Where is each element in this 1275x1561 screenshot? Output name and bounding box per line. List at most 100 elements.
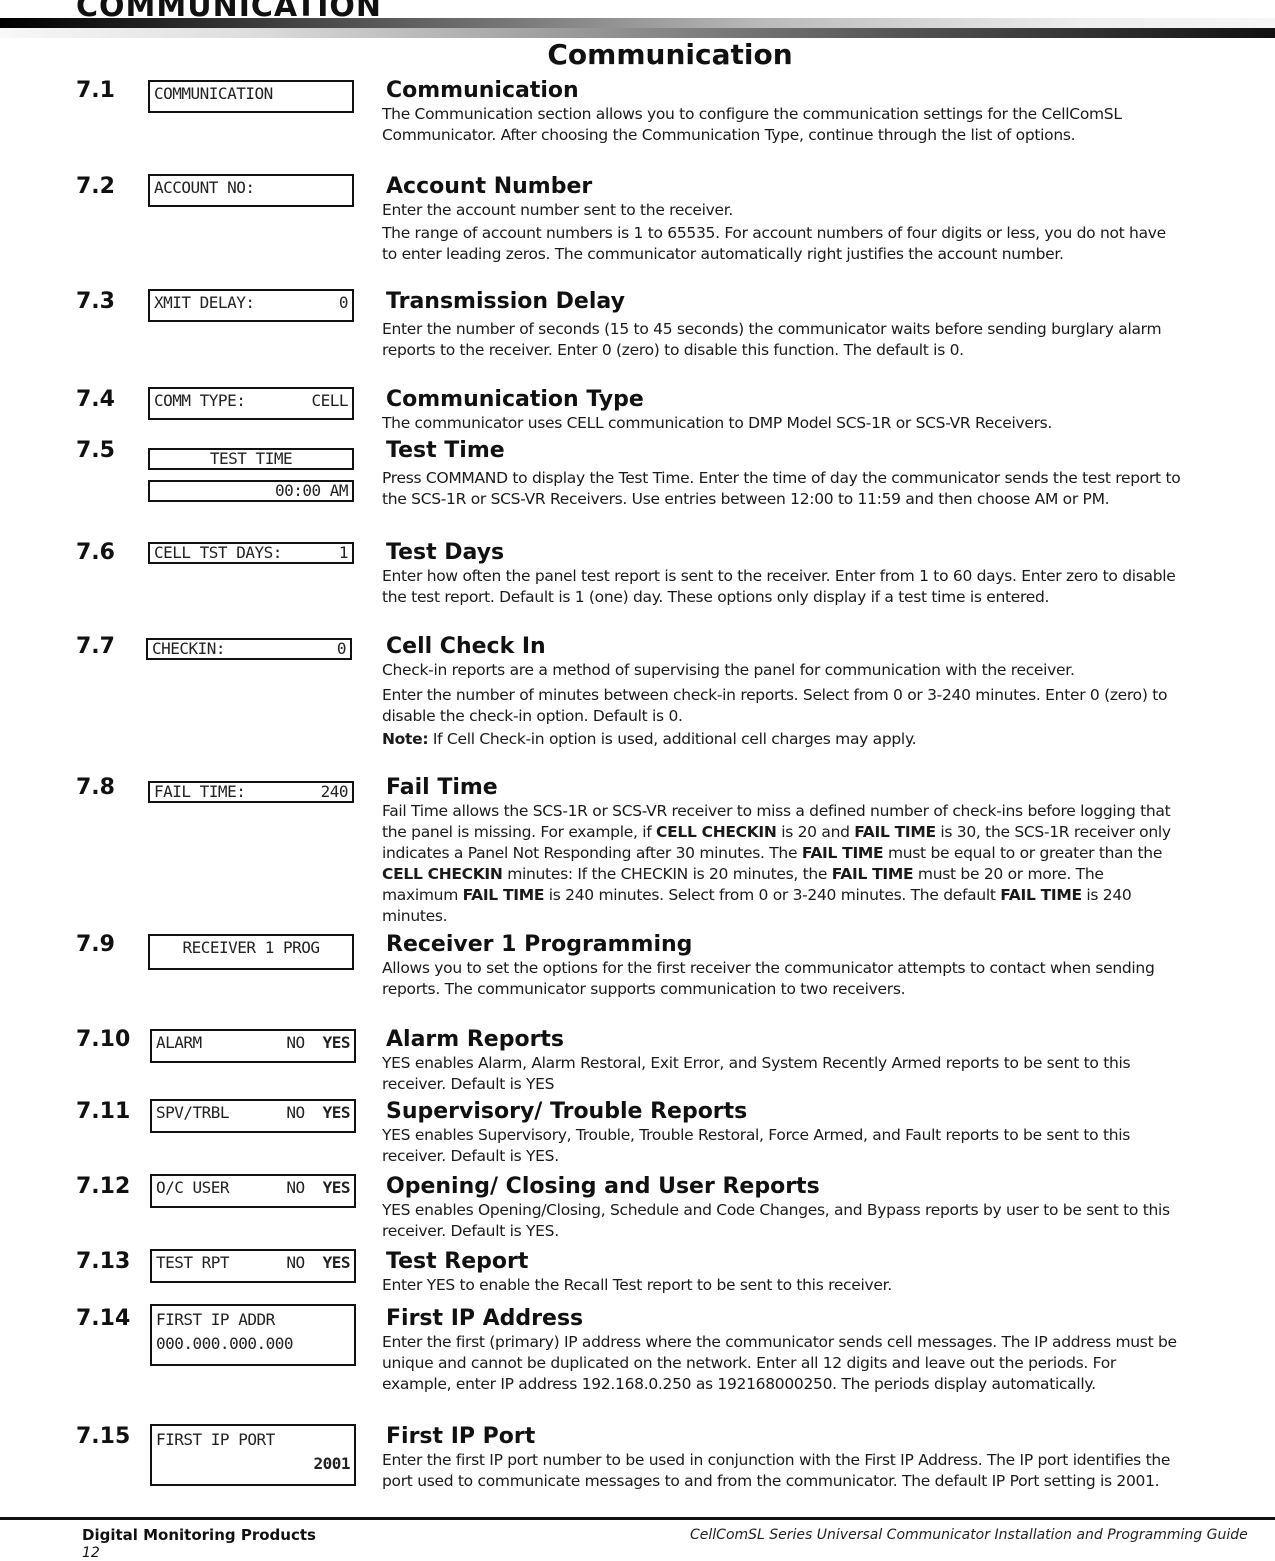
footer-company: Digital Monitoring Products [82,1526,316,1544]
footer-divider [0,1517,1275,1520]
section-number: 7.14 [76,1306,131,1331]
banner-gradient-bottom [0,28,1275,38]
banner-gradient-top [0,18,1275,28]
section-title: First IP Address [386,1306,584,1331]
section-number: 7.1 [76,78,115,103]
bold-term: FAIL TIME [831,865,914,883]
lcd-display-title: TEST TIME [148,448,354,470]
lcd-display: O/C USER NO YES [150,1174,356,1208]
lcd-label: O/C USER [156,1178,230,1197]
section-title: Cell Check In [386,634,546,659]
lcd-display: FIRST IP ADDR 000.000.000.000 [150,1304,356,1366]
lcd-label: SPV/TRBL [156,1103,230,1122]
lcd-label: XMIT DELAY: [154,293,255,312]
section-number: 7.12 [76,1174,131,1199]
section-text: Check-in reports are a method of supervi… [382,661,1075,679]
lcd-label: TEST RPT [156,1253,230,1272]
section-text: Press COMMAND to display the Test Time. … [382,469,1181,508]
lcd-value: 1 [338,543,349,562]
lcd-display: RECEIVER 1 PROG [148,934,354,970]
section-text: YES enables Opening/Closing, Schedule an… [382,1201,1170,1240]
lcd-label: TEST TIME [209,449,293,468]
text-run: minutes: If the CHECKIN is 20 minutes, t… [502,865,832,883]
section-number: 7.13 [76,1249,131,1274]
header-banner [0,18,1275,40]
bold-term: CELL CHECKIN [656,823,777,841]
lcd-display: ALARM NO YES [150,1029,356,1063]
lcd-display: COMM TYPE: CELL [148,387,354,420]
lcd-display: ACCOUNT NO: [148,174,354,207]
section-text: YES enables Supervisory, Trouble, Troubl… [382,1126,1131,1165]
text-run: must be equal to or greater than the [883,844,1163,862]
lcd-display: TEST RPT NO YES [150,1249,356,1283]
lcd-option-yes: YES [322,1103,351,1122]
note-text: If Cell Check-in option is used, additio… [428,730,917,748]
lcd-label: ACCOUNT NO: [154,178,255,197]
section-text: The Communication section allows you to … [382,105,1122,144]
lcd-option-yes: YES [322,1033,351,1052]
section-number: 7.8 [76,775,115,800]
lcd-option-no: NO [286,1178,305,1197]
section-title: Fail Time [386,775,498,800]
section-text: The communicator uses CELL communication… [382,414,1053,432]
section-title: Opening/ Closing and User Reports [386,1174,820,1199]
section-text: Enter YES to enable the Recall Test repo… [382,1276,892,1294]
section-title: Transmission Delay [386,289,625,314]
lcd-value: 000.000.000.000 [156,1334,294,1353]
section-title: Test Days [386,540,505,565]
text-run: is 20 and [776,823,855,841]
section-number: 7.2 [76,174,115,199]
lcd-option-no: NO [286,1253,305,1272]
section-text: Enter how often the panel test report is… [382,567,1176,606]
section-text: Enter the first IP port number to be use… [382,1451,1171,1490]
lcd-label: RECEIVER 1 PROG [182,938,321,957]
lcd-display-value: 00:00 AM [148,480,354,502]
lcd-display: XMIT DELAY: 0 [148,289,354,322]
lcd-label: FAIL TIME: [154,782,246,801]
lcd-display: CHECKIN: 0 [146,638,352,660]
note: Note: If Cell Check-in option is used, a… [382,729,1182,750]
lcd-label: COMMUNICATION [154,84,273,103]
lcd-option-yes: YES [322,1178,351,1197]
lcd-option-no: NO [286,1033,305,1052]
section-number: 7.6 [76,540,115,565]
bold-term: CELL CHECKIN [382,865,503,883]
lcd-label: CHECKIN: [152,639,226,658]
footer-guide-title: CellComSL Series Universal Communicator … [690,1527,1248,1543]
section-number: 7.3 [76,289,115,314]
bold-term: FAIL TIME [1000,886,1082,904]
section-number: 7.7 [76,634,115,659]
section-text: The range of account numbers is 1 to 655… [382,224,1166,263]
lcd-value: 0 [336,639,347,658]
lcd-display: CELL TST DAYS: 1 [148,542,354,564]
section-text: Enter the account number sent to the rec… [382,201,734,219]
section-number: 7.10 [76,1027,131,1052]
lcd-value: 00:00 AM [274,481,349,500]
lcd-display: FIRST IP PORT 2001 [150,1424,356,1486]
section-title: Receiver 1 Programming [386,932,693,957]
lcd-label: FIRST IP ADDR [156,1310,275,1329]
lcd-value: CELL [311,391,348,410]
lcd-option-no: NO [286,1103,305,1122]
text-run: is 240 minutes. Select from 0 or 3-240 m… [544,886,1001,904]
lcd-value: 0 [338,293,349,312]
lcd-label: FIRST IP PORT [156,1430,275,1449]
footer-page-number: 12 [82,1545,100,1561]
section-number: 7.11 [76,1099,131,1124]
bold-term: FAIL TIME [801,844,884,862]
section-title: Communication Type [386,387,644,412]
section-text: Enter the number of minutes between chec… [382,686,1168,725]
lcd-display: SPV/TRBL NO YES [150,1099,356,1133]
section-title: Account Number [386,174,593,199]
section-text: Allows you to set the options for the fi… [382,959,1155,998]
lcd-label: ALARM [156,1033,202,1052]
lcd-value: 2001 [313,1454,350,1473]
section-title: Communication [386,78,579,103]
lcd-value: 240 [320,782,349,801]
section-title: First IP Port [386,1424,536,1449]
lcd-display: FAIL TIME: 240 [148,781,354,803]
section-number: 7.15 [76,1424,131,1449]
lcd-option-yes: YES [322,1253,351,1272]
page-heading: Communication [547,38,793,71]
lcd-label: COMM TYPE: [154,391,246,410]
